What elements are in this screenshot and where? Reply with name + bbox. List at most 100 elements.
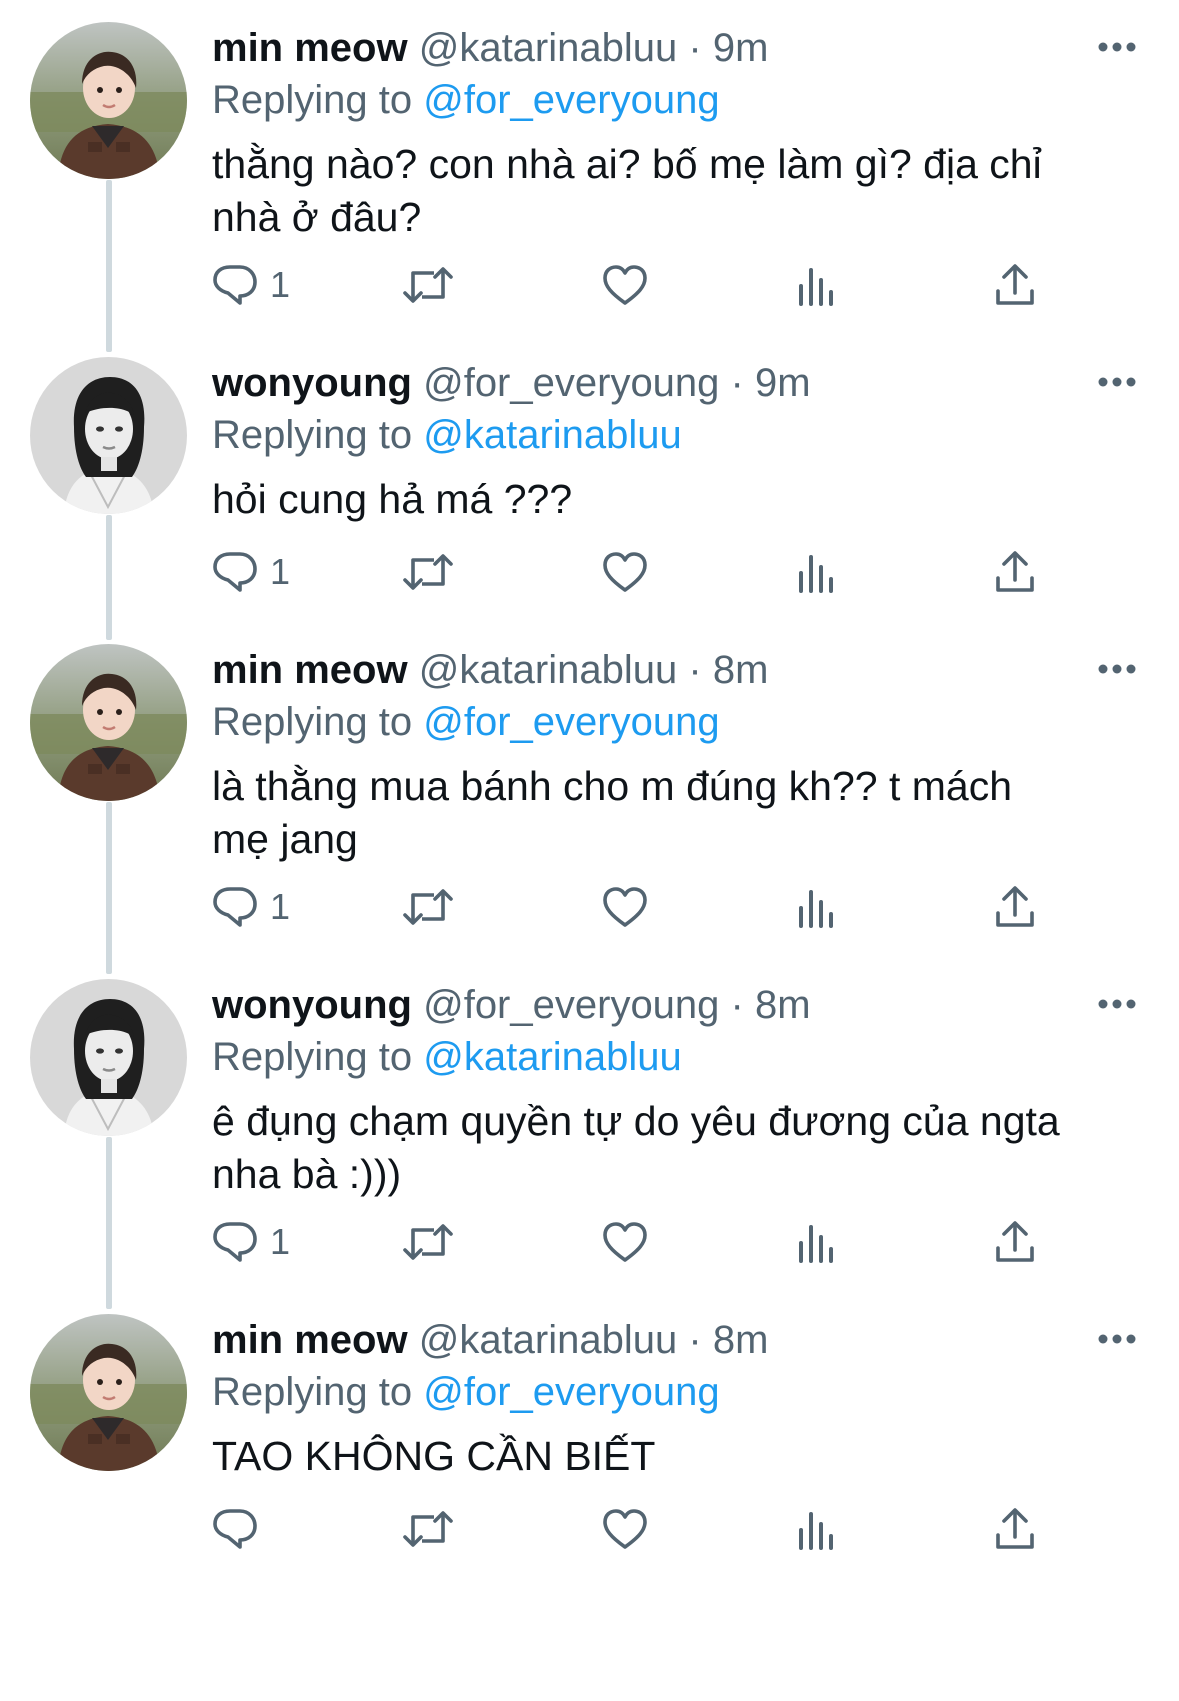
timestamp[interactable]: 9m xyxy=(713,26,769,70)
timestamp[interactable]: 8m xyxy=(713,648,769,692)
more-options-button[interactable] xyxy=(1097,1332,1137,1346)
tweet-text-line: TAO KHÔNG CẦN BIẾT xyxy=(212,1433,656,1479)
timestamp[interactable]: 8m xyxy=(755,983,811,1027)
like-button[interactable] xyxy=(602,547,648,597)
user-handle[interactable]: @katarinabluu xyxy=(419,648,678,692)
display-name[interactable]: min meow xyxy=(212,26,408,70)
tweet-text: là thằng mua bánh cho m đúng kh?? t mách… xyxy=(212,760,1142,866)
tweet-text: TAO KHÔNG CẦN BIẾT xyxy=(212,1430,1142,1483)
reply-button[interactable]: 1 xyxy=(212,1217,290,1267)
user-handle[interactable]: @for_everyoung xyxy=(423,983,719,1027)
mention-link[interactable]: @for_everyoung xyxy=(423,78,719,122)
heart-icon xyxy=(603,887,647,927)
display-name[interactable]: min meow xyxy=(212,1318,408,1362)
retweet-button[interactable] xyxy=(402,260,454,310)
reply-button[interactable]: 1 xyxy=(212,882,290,932)
toddler-photo-avatar xyxy=(30,1314,187,1471)
like-button[interactable] xyxy=(602,1217,648,1267)
reply-count: 1 xyxy=(270,551,291,592)
tweet-text-line: ê đụng chạm quyền tự do yêu đương của ng… xyxy=(212,1098,1060,1144)
tweet[interactable]: wonyoung @for_everyoung · 8m Replying to… xyxy=(0,957,1179,1309)
share-button[interactable] xyxy=(995,1504,1035,1554)
user-handle[interactable]: @for_everyoung xyxy=(423,361,719,405)
mention-link[interactable]: @for_everyoung xyxy=(423,700,719,744)
mention-link[interactable]: @katarinabluu xyxy=(423,1035,682,1079)
share-button[interactable] xyxy=(995,882,1035,932)
reply-icon xyxy=(213,1509,257,1549)
heart-icon xyxy=(603,1509,647,1549)
retweet-icon xyxy=(403,267,453,303)
tweet[interactable]: min meow @katarinabluu · 8m Replying to … xyxy=(0,1292,1179,1701)
timestamp[interactable]: 8m xyxy=(713,1318,769,1362)
like-button[interactable] xyxy=(602,882,648,932)
replying-to-label: Replying to xyxy=(212,413,413,457)
display-name[interactable]: wonyoung xyxy=(212,361,412,405)
tweet-header: wonyoung @for_everyoung · 9m xyxy=(212,357,811,409)
reply-icon xyxy=(213,552,257,592)
tweet[interactable]: min meow @katarinabluu · 9m Replying to … xyxy=(0,0,1179,352)
tweet-actions: 1 xyxy=(212,260,1092,310)
avatar[interactable] xyxy=(30,644,187,801)
share-button[interactable] xyxy=(995,1217,1035,1267)
tweet[interactable]: min meow @katarinabluu · 8m Replying to … xyxy=(0,622,1179,974)
timestamp[interactable]: 9m xyxy=(755,361,811,405)
avatar[interactable] xyxy=(30,357,187,514)
tweet-text-line: là thằng mua bánh cho m đúng kh?? t mách xyxy=(212,763,1013,809)
retweet-button[interactable] xyxy=(402,547,454,597)
separator-dot: · xyxy=(688,1318,702,1362)
tweet-text-line: nha bà :))) xyxy=(212,1151,402,1197)
reply-icon xyxy=(213,887,257,927)
retweet-button[interactable] xyxy=(402,882,454,932)
more-icon xyxy=(1098,664,1136,674)
more-options-button[interactable] xyxy=(1097,375,1137,389)
views-button[interactable] xyxy=(797,260,837,310)
reply-button[interactable]: 1 xyxy=(212,260,290,310)
display-name[interactable]: min meow xyxy=(212,648,408,692)
mention-link[interactable]: @katarinabluu xyxy=(423,413,682,457)
more-options-button[interactable] xyxy=(1097,997,1137,1011)
share-button[interactable] xyxy=(995,547,1035,597)
display-name[interactable]: wonyoung xyxy=(212,983,412,1027)
tweet-header: wonyoung @for_everyoung · 8m xyxy=(212,979,811,1031)
more-icon xyxy=(1098,1334,1136,1344)
retweet-button[interactable] xyxy=(402,1217,454,1267)
heart-icon xyxy=(603,265,647,305)
tweet-text: hỏi cung hả má ??? xyxy=(212,473,1142,526)
views-button[interactable] xyxy=(797,1217,837,1267)
retweet-button[interactable] xyxy=(402,1504,454,1554)
replying-to-label: Replying to xyxy=(212,1035,413,1079)
tweet-text: thằng nào? con nhà ai? bố mẹ làm gì? địa… xyxy=(212,138,1142,244)
user-handle[interactable]: @katarinabluu xyxy=(419,26,678,70)
reply-button[interactable] xyxy=(212,1504,270,1554)
views-button[interactable] xyxy=(797,547,837,597)
reply-button[interactable]: 1 xyxy=(212,547,290,597)
more-options-button[interactable] xyxy=(1097,40,1137,54)
separator-dot: · xyxy=(730,361,744,405)
replying-to-line: Replying to @for_everyoung xyxy=(212,1366,720,1418)
separator-dot: · xyxy=(688,648,702,692)
reply-icon xyxy=(213,265,257,305)
like-button[interactable] xyxy=(602,260,648,310)
share-icon xyxy=(996,264,1034,305)
user-handle[interactable]: @katarinabluu xyxy=(419,1318,678,1362)
more-icon xyxy=(1098,42,1136,52)
tweet-header: min meow @katarinabluu · 9m xyxy=(212,22,768,74)
heart-icon xyxy=(603,552,647,592)
avatar[interactable] xyxy=(30,1314,187,1471)
tweet[interactable]: wonyoung @for_everyoung · 9m Replying to… xyxy=(0,335,1179,640)
avatar[interactable] xyxy=(30,22,187,179)
views-button[interactable] xyxy=(797,1504,837,1554)
like-button[interactable] xyxy=(602,1504,648,1554)
separator-dot: · xyxy=(730,983,744,1027)
views-button[interactable] xyxy=(797,882,837,932)
share-icon xyxy=(996,551,1034,592)
mention-link[interactable]: @for_everyoung xyxy=(423,1370,719,1414)
retweet-icon xyxy=(403,554,453,590)
views-icon xyxy=(799,890,833,928)
share-button[interactable] xyxy=(995,260,1035,310)
replying-to-line: Replying to @for_everyoung xyxy=(212,74,720,126)
avatar[interactable] xyxy=(30,979,187,1136)
more-options-button[interactable] xyxy=(1097,662,1137,676)
share-icon xyxy=(996,886,1034,927)
more-icon xyxy=(1098,999,1136,1009)
